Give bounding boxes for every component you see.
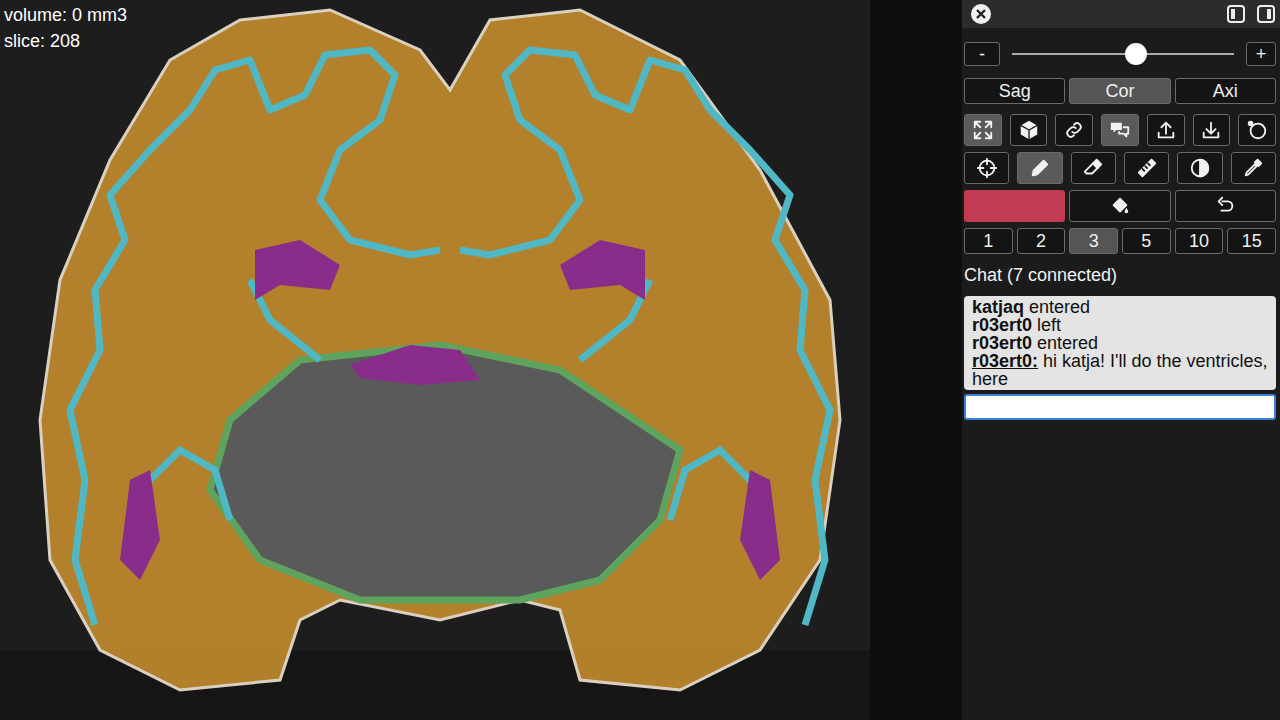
chat-user: r03ert0: xyxy=(972,351,1038,371)
crosshair-icon xyxy=(976,157,998,179)
contrast-icon xyxy=(1189,157,1211,179)
color-swatch[interactable] xyxy=(964,190,1065,222)
view-tab[interactable]: Cor xyxy=(1069,78,1170,104)
eyedropper-icon xyxy=(1242,157,1264,179)
zoom-out-button[interactable]: - xyxy=(964,42,1000,66)
panel-header xyxy=(962,0,1280,28)
tool-button[interactable] xyxy=(1124,152,1169,184)
tool-button[interactable] xyxy=(1238,114,1276,146)
chat-input[interactable] xyxy=(964,394,1276,420)
undo-icon xyxy=(1214,195,1236,217)
rotate-icon xyxy=(1246,119,1268,141)
dock-left-icon[interactable] xyxy=(1226,4,1246,24)
paint-toolbar xyxy=(964,152,1276,184)
app: volume: 0 mm3slice: 208-+SagCorAxi123510… xyxy=(0,0,1280,720)
zoom-slider[interactable] xyxy=(1012,42,1234,66)
tool-button[interactable] xyxy=(1147,114,1185,146)
close-icon[interactable] xyxy=(971,4,991,24)
brush-size-button[interactable]: 3 xyxy=(1069,228,1118,254)
tool-button[interactable] xyxy=(964,114,1002,146)
fill-icon xyxy=(1109,195,1131,217)
view-tab[interactable]: Sag xyxy=(964,78,1065,104)
chat-log: katjaqenteredr03ert0leftr03ert0enteredr0… xyxy=(964,296,1276,390)
link-icon xyxy=(1063,119,1085,141)
brain-scan[interactable] xyxy=(0,0,870,720)
tools-panel: -+SagCorAxi12351015Chat (7 connected)kat… xyxy=(962,0,1280,720)
chat-text: entered xyxy=(1029,297,1090,317)
chat-line: r03ert0left xyxy=(972,316,1268,334)
zoom-in-button[interactable]: + xyxy=(1246,42,1276,66)
chat-line: r03ert0:hi katja! I'll do the ventricles… xyxy=(972,352,1268,388)
brush-size-button[interactable]: 10 xyxy=(1175,228,1224,254)
tool-button[interactable] xyxy=(1231,152,1276,184)
upload-icon xyxy=(1155,119,1177,141)
brush-sizes: 12351015 xyxy=(964,228,1276,254)
view-tabs: SagCorAxi xyxy=(964,78,1276,104)
pencil-icon xyxy=(1029,157,1051,179)
brush-size-button[interactable]: 1 xyxy=(964,228,1013,254)
tool-button[interactable] xyxy=(1177,152,1222,184)
chat-line: katjaqentered xyxy=(972,298,1268,316)
ruler-icon xyxy=(1136,157,1158,179)
chat-line: r03ert0entered xyxy=(972,334,1268,352)
chat-title: Chat (7 connected) xyxy=(964,264,1276,286)
slider-track xyxy=(1012,53,1234,55)
viewer[interactable]: volume: 0 mm3slice: 208 xyxy=(0,0,962,720)
tool-button[interactable] xyxy=(1071,152,1116,184)
tool-button[interactable] xyxy=(1193,114,1231,146)
brush-size-button[interactable]: 15 xyxy=(1227,228,1276,254)
chat-user: katjaq xyxy=(972,297,1024,317)
brush-size-button[interactable]: 2 xyxy=(1017,228,1066,254)
tool-button[interactable] xyxy=(1101,114,1139,146)
brush-size-button[interactable]: 5 xyxy=(1122,228,1171,254)
chat-text: left xyxy=(1037,315,1061,335)
paint-actions xyxy=(964,190,1276,222)
eraser-icon xyxy=(1082,157,1104,179)
slice-label: slice: 208 xyxy=(4,28,127,54)
chat-user: r03ert0 xyxy=(972,333,1032,353)
dock-right-icon[interactable] xyxy=(1256,4,1276,24)
chat-text: entered xyxy=(1037,333,1098,353)
tool-button[interactable] xyxy=(1017,152,1062,184)
chat-user: r03ert0 xyxy=(972,315,1032,335)
tool-button[interactable] xyxy=(964,152,1009,184)
download-icon xyxy=(1200,119,1222,141)
fullscreen-icon xyxy=(972,119,994,141)
volume-label: volume: 0 mm3 xyxy=(4,2,127,28)
toolbar xyxy=(964,114,1276,146)
action-button[interactable] xyxy=(1069,190,1170,222)
viewer-info: volume: 0 mm3slice: 208 xyxy=(4,2,127,54)
zoom-control: -+ xyxy=(964,42,1276,66)
view-tab[interactable]: Axi xyxy=(1175,78,1276,104)
tool-button[interactable] xyxy=(1055,114,1093,146)
cube-icon xyxy=(1018,119,1040,141)
slider-thumb[interactable] xyxy=(1125,43,1147,65)
action-button[interactable] xyxy=(1175,190,1276,222)
chat-icon xyxy=(1109,119,1131,141)
tool-button[interactable] xyxy=(1010,114,1048,146)
